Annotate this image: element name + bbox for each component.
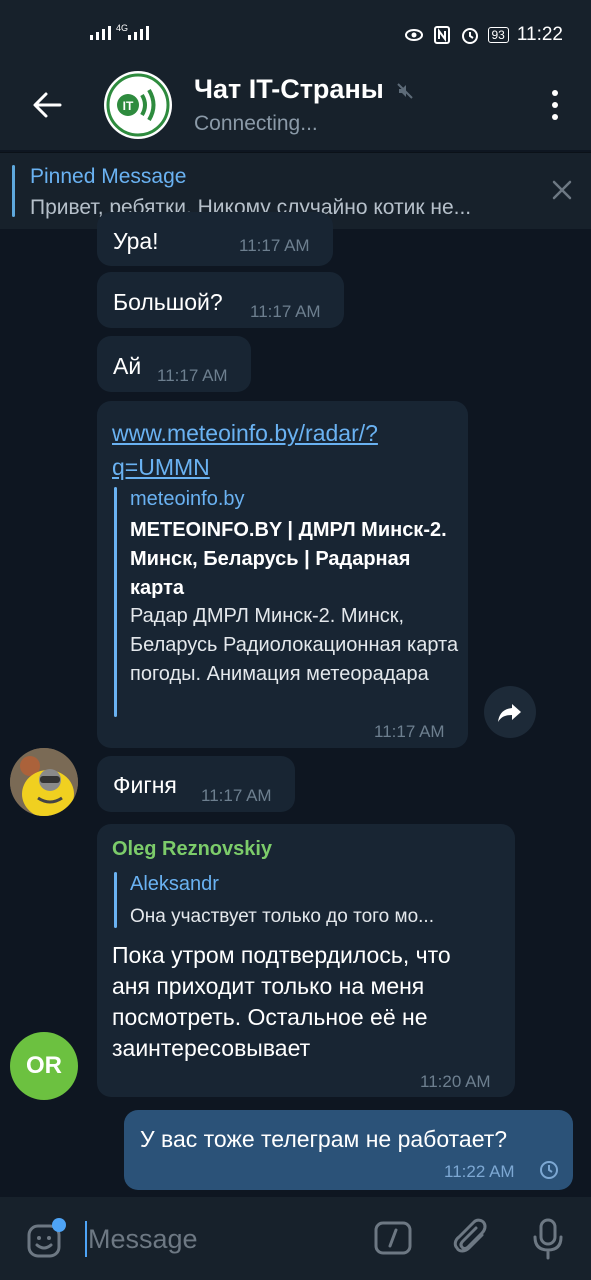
message-time: 11:17 AM bbox=[201, 786, 272, 805]
close-icon[interactable] bbox=[551, 179, 573, 201]
signal-icon bbox=[90, 26, 111, 40]
reply-author[interactable]: Aleksandr bbox=[130, 873, 219, 896]
message-bubble[interactable]: Большой? 11:17 AM bbox=[97, 272, 344, 328]
link-message-bubble[interactable]: www.meteoinfo.by/radar/? q=UMMN meteoinf… bbox=[97, 401, 468, 748]
message-time: 11:17 AM bbox=[374, 722, 445, 741]
svg-text:IT: IT bbox=[123, 99, 134, 113]
signal-icon-2 bbox=[128, 26, 149, 40]
message-text: У вас тоже телеграм не работает? bbox=[140, 1126, 508, 1152]
clock: 11:22 bbox=[516, 24, 563, 45]
clock-icon bbox=[540, 1161, 558, 1179]
user-avatar-initials[interactable]: OR bbox=[10, 1032, 78, 1100]
share-button[interactable] bbox=[484, 686, 536, 738]
avatar-image bbox=[10, 748, 78, 816]
message-input[interactable] bbox=[88, 1219, 348, 1259]
back-arrow-icon[interactable] bbox=[30, 88, 64, 122]
chat-title[interactable]: Чат IT-Страны bbox=[194, 74, 384, 105]
reply-snippet[interactable]: Она участвует только до того мо... bbox=[130, 906, 434, 928]
preview-accent-bar bbox=[114, 487, 117, 717]
pinned-title: Pinned Message bbox=[30, 165, 187, 188]
message-link[interactable]: www.meteoinfo.by/radar/? bbox=[112, 416, 378, 450]
message-bubble[interactable]: Фигня 11:17 AM bbox=[97, 756, 295, 812]
message-time: 11:22 AM bbox=[444, 1162, 515, 1181]
network-type: 4G bbox=[116, 23, 129, 33]
sender-name[interactable]: Oleg Reznovskiy bbox=[112, 838, 272, 861]
reply-accent-bar bbox=[114, 872, 117, 928]
mic-icon[interactable] bbox=[530, 1217, 566, 1261]
eye-icon bbox=[404, 29, 423, 41]
message-time: 11:20 AM bbox=[420, 1072, 491, 1091]
chat-header: IT Чат IT-Страны Connecting... bbox=[0, 60, 591, 150]
battery-indicator: 93 bbox=[487, 27, 509, 43]
share-icon bbox=[498, 704, 521, 722]
message-time: 11:17 AM bbox=[157, 366, 228, 385]
connection-status: Connecting... bbox=[194, 112, 318, 135]
message-composer bbox=[0, 1197, 591, 1280]
notification-dot bbox=[52, 1218, 66, 1232]
pinned-accent-bar bbox=[12, 165, 15, 217]
message-text: Ай bbox=[113, 353, 142, 379]
message-bubble[interactable]: Ай 11:17 AM bbox=[97, 336, 251, 392]
message-text: Ура! bbox=[113, 228, 159, 254]
reply-message-bubble[interactable]: Oleg Reznovskiy Aleksandr Она участвует … bbox=[97, 824, 515, 1097]
nfc-icon bbox=[433, 26, 450, 44]
message-link-cont[interactable]: q=UMMN bbox=[112, 450, 378, 484]
user-avatar[interactable] bbox=[10, 748, 78, 816]
message-time: 11:17 AM bbox=[239, 236, 310, 255]
mute-icon bbox=[397, 83, 413, 99]
message-text: Большой? bbox=[113, 289, 223, 315]
text-cursor bbox=[85, 1221, 87, 1257]
outgoing-message-bubble[interactable]: У вас тоже телеграм не работает? 11:22 A… bbox=[124, 1110, 573, 1190]
command-icon[interactable] bbox=[374, 1221, 412, 1255]
alarm-icon bbox=[461, 28, 478, 44]
it-logo-icon: IT bbox=[106, 73, 170, 137]
status-bar: 4G 93 11:22 bbox=[0, 0, 591, 60]
preview-title: METEOINFO.BY | ДМРЛ Минск-2. Минск, Бела… bbox=[130, 519, 447, 599]
message-bubble[interactable]: Ура! 11:17 AM bbox=[97, 212, 333, 266]
message-time: 11:17 AM bbox=[250, 302, 321, 321]
chat-avatar[interactable]: IT bbox=[104, 71, 172, 139]
message-text: Фигня bbox=[113, 772, 177, 798]
preview-description: Радар ДМРЛ Минск-2. Минск, Беларусь Ради… bbox=[130, 605, 459, 685]
attach-icon[interactable] bbox=[452, 1217, 492, 1259]
preview-site: meteoinfo.by bbox=[130, 488, 245, 510]
message-text: Пока утром подтвердилось, что аня приход… bbox=[112, 942, 451, 1061]
more-vert-icon[interactable] bbox=[551, 90, 559, 120]
